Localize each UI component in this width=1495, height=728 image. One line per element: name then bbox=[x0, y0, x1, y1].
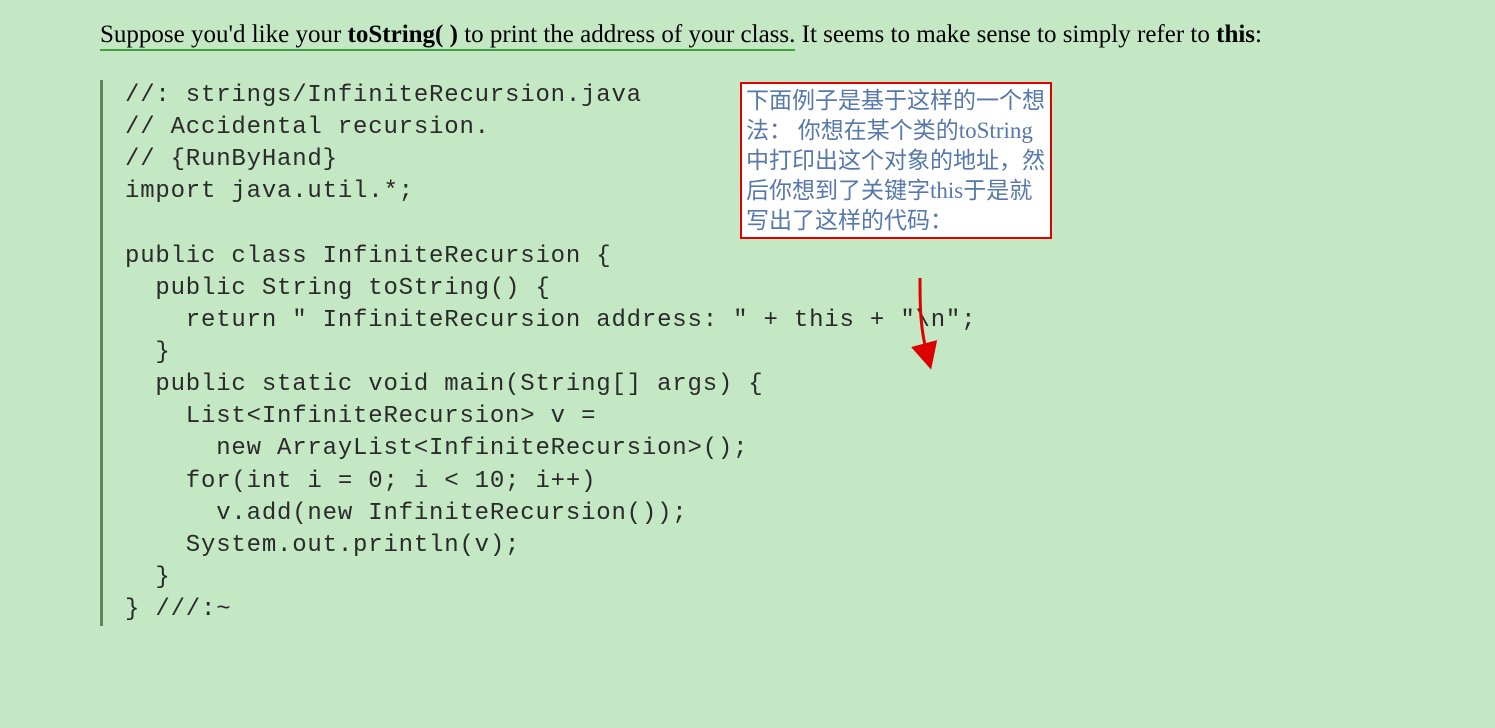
intro-text-3: It seems to make sense to simply refer t… bbox=[795, 21, 1216, 48]
intro-tostring-bold: toString( ) bbox=[348, 21, 458, 48]
intro-paragraph: Suppose you'd like your toString( ) to p… bbox=[100, 18, 1395, 52]
intro-underlined: Suppose you'd like your toString( ) to p… bbox=[100, 21, 795, 51]
annotation-callout: 下面例子是基于这样的一个想法： 你想在某个类的toString中打印出这个对象的… bbox=[740, 82, 1052, 239]
intro-colon: : bbox=[1255, 21, 1262, 48]
intro-text-1: Suppose you'd like your bbox=[100, 21, 348, 48]
intro-this-bold: this bbox=[1216, 21, 1255, 48]
intro-text-2: to print the address of your class. bbox=[458, 21, 795, 48]
